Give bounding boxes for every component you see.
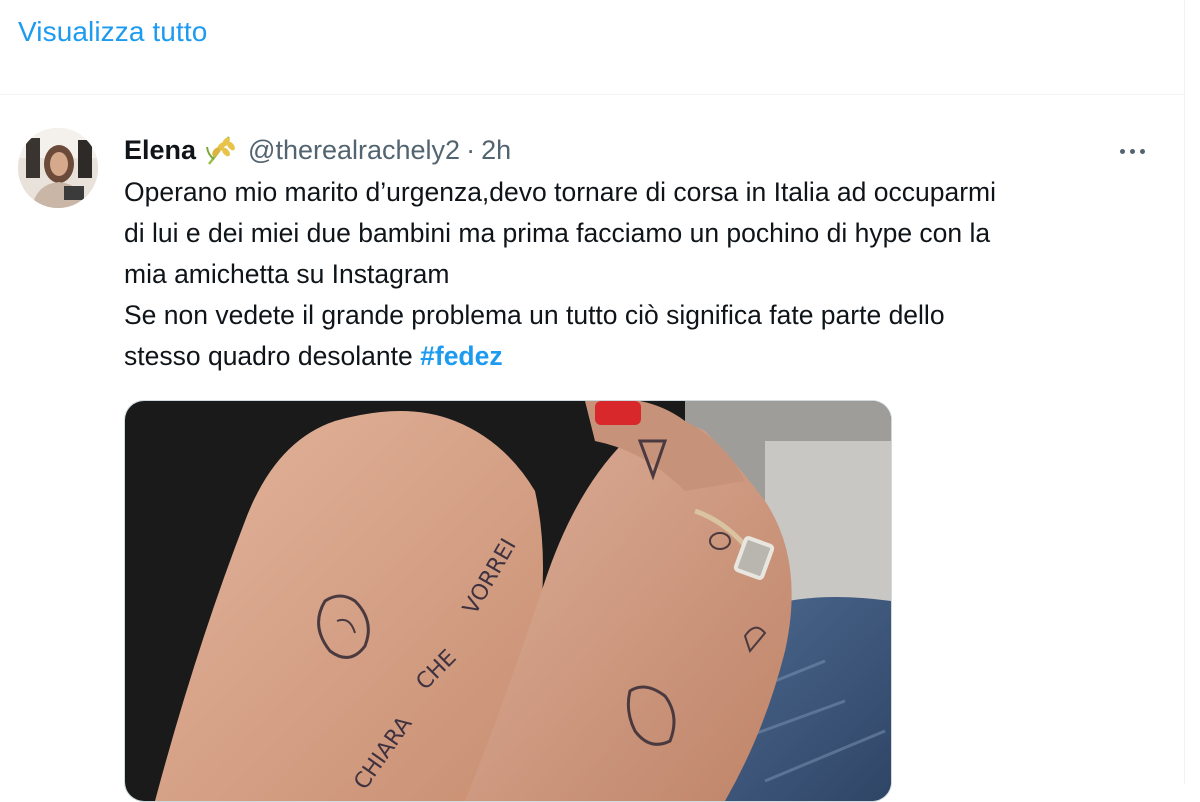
tweet-text: Operano mio marito d’urgenza,devo tornar… <box>124 172 1164 377</box>
avatar-image <box>18 128 98 208</box>
tweet-text-line: Se non vedete il grande problema un tutt… <box>124 300 945 330</box>
tweet-text-line-last: stesso quadro desolante #fedez <box>124 336 1164 377</box>
author-handle[interactable]: @therealrachely2 <box>248 135 460 166</box>
dot <box>1139 148 1145 154</box>
author-name[interactable]: Elena <box>124 135 196 166</box>
tweet-media-photo[interactable]: VORREI CHE CHIARA <box>124 400 892 802</box>
divider <box>0 94 1184 95</box>
timestamp[interactable]: 2h <box>481 135 511 166</box>
rice-plant-icon <box>204 133 238 167</box>
separator: · <box>466 134 476 165</box>
tweet-text-line: Operano mio marito d’urgenza,devo tornar… <box>124 177 997 207</box>
column-border <box>1184 0 1185 784</box>
hashtag-link[interactable]: #fedez <box>420 341 502 371</box>
more-options-icon[interactable] <box>1110 136 1154 166</box>
dot <box>1119 148 1125 154</box>
tweet-text-line: mia amichetta su Instagram <box>124 259 450 289</box>
dot <box>1129 148 1135 154</box>
avatar[interactable] <box>18 128 98 208</box>
tweet-text-line: di lui e dei miei due bambini ma prima f… <box>124 218 991 248</box>
tattooed-hands-image: VORREI CHE CHIARA <box>125 401 891 801</box>
tweet-header: Elena @therealrachely2 · 2h <box>124 132 511 168</box>
tweet-text-line: stesso quadro desolante <box>124 341 421 371</box>
show-all-link[interactable]: Visualizza tutto <box>18 16 207 48</box>
